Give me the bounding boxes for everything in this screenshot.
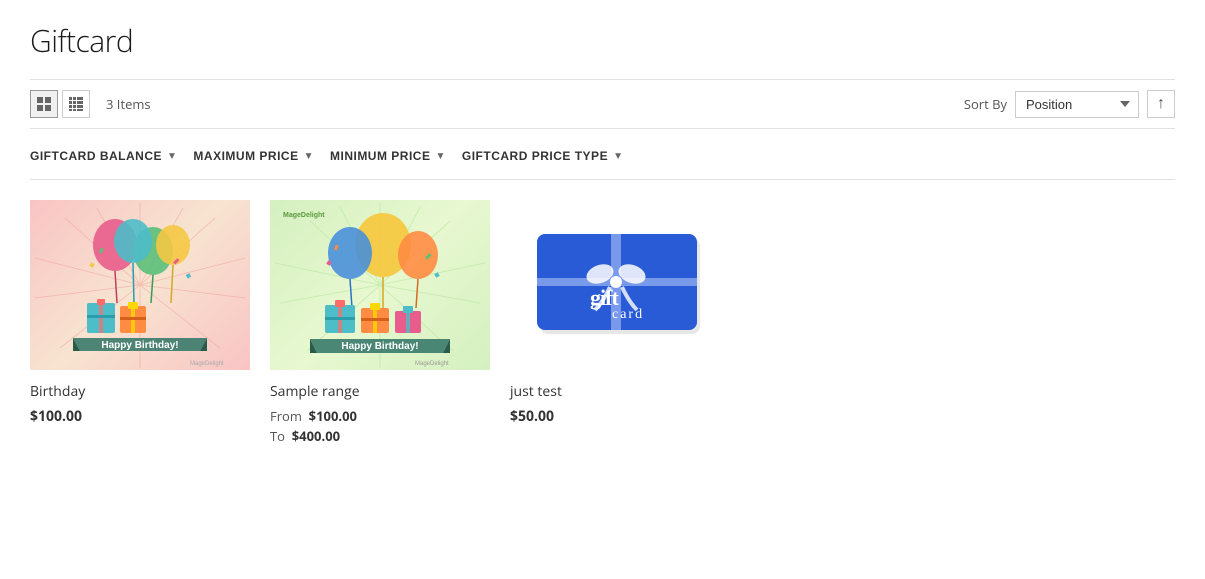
product-name[interactable]: Sample range: [270, 382, 490, 401]
filter-maximum-price-label: MAXIMUM PRICE: [193, 149, 298, 163]
product-card: MageDelight: [270, 200, 490, 445]
product-image-wrapper[interactable]: MageDelight: [270, 200, 490, 370]
svg-text:card: card: [612, 307, 644, 322]
price-from: From $100.00: [270, 407, 490, 425]
view-switcher: [30, 90, 90, 118]
svg-text:MageDelight: MageDelight: [283, 212, 325, 219]
sort-wrapper: Sort By Position Product Name Price ↑: [964, 90, 1175, 118]
product-name[interactable]: just test: [510, 382, 730, 401]
product-price: $50.00: [510, 407, 730, 426]
filter-giftcard-price-type[interactable]: GIFTCARD PRICE TYPE ▼: [462, 143, 640, 169]
price-to-value: $400.00: [292, 427, 340, 445]
item-count: 3 Items: [106, 95, 151, 113]
product-card: gift card just test $50.00: [510, 200, 730, 445]
filter-maximum-price[interactable]: MAXIMUM PRICE ▼: [193, 143, 330, 169]
filter-minimum-price[interactable]: MINIMUM PRICE ▼: [330, 143, 462, 169]
svg-text:Happy Birthday!: Happy Birthday!: [101, 340, 178, 351]
products-grid: Happy Birthday! MageDelight Birthday $10…: [30, 200, 1175, 445]
svg-text:MageDelight: MageDelight: [190, 361, 224, 367]
filter-giftcard-balance-label: GIFTCARD BALANCE: [30, 149, 162, 163]
svg-text:Happy Birthday!: Happy Birthday!: [341, 341, 418, 352]
chevron-down-icon: ▼: [613, 151, 623, 162]
product-price-range: From $100.00 To $400.00: [270, 407, 490, 445]
grid-view-large-button[interactable]: [30, 90, 58, 118]
product-card: Happy Birthday! MageDelight Birthday $10…: [30, 200, 250, 445]
product-image-wrapper[interactable]: gift card: [510, 200, 730, 370]
filters-bar: GIFTCARD BALANCE ▼ MAXIMUM PRICE ▼ MINIM…: [30, 143, 1175, 180]
grid-view-small-button[interactable]: [62, 90, 90, 118]
price-to: To $400.00: [270, 427, 490, 445]
chevron-down-icon: ▼: [435, 151, 445, 162]
product-name[interactable]: Birthday: [30, 382, 250, 401]
price-from-label: From: [270, 407, 302, 425]
product-image-wrapper[interactable]: Happy Birthday! MageDelight: [30, 200, 250, 370]
sort-label: Sort By: [964, 95, 1007, 113]
chevron-down-icon: ▼: [304, 151, 314, 162]
filter-minimum-price-label: MINIMUM PRICE: [330, 149, 431, 163]
sort-select[interactable]: Position Product Name Price: [1015, 91, 1139, 118]
filter-giftcard-price-type-label: GIFTCARD PRICE TYPE: [462, 149, 608, 163]
svg-text:MageDelight: MageDelight: [415, 361, 449, 367]
sort-direction-button[interactable]: ↑: [1147, 90, 1175, 118]
page-title: Giftcard: [30, 20, 1175, 61]
price-from-value: $100.00: [309, 407, 357, 425]
toolbar: 3 Items Sort By Position Product Name Pr…: [30, 79, 1175, 129]
filter-giftcard-balance[interactable]: GIFTCARD BALANCE ▼: [30, 143, 193, 169]
price-to-label: To: [270, 427, 285, 445]
chevron-down-icon: ▼: [167, 151, 177, 162]
product-price: $100.00: [30, 407, 250, 426]
